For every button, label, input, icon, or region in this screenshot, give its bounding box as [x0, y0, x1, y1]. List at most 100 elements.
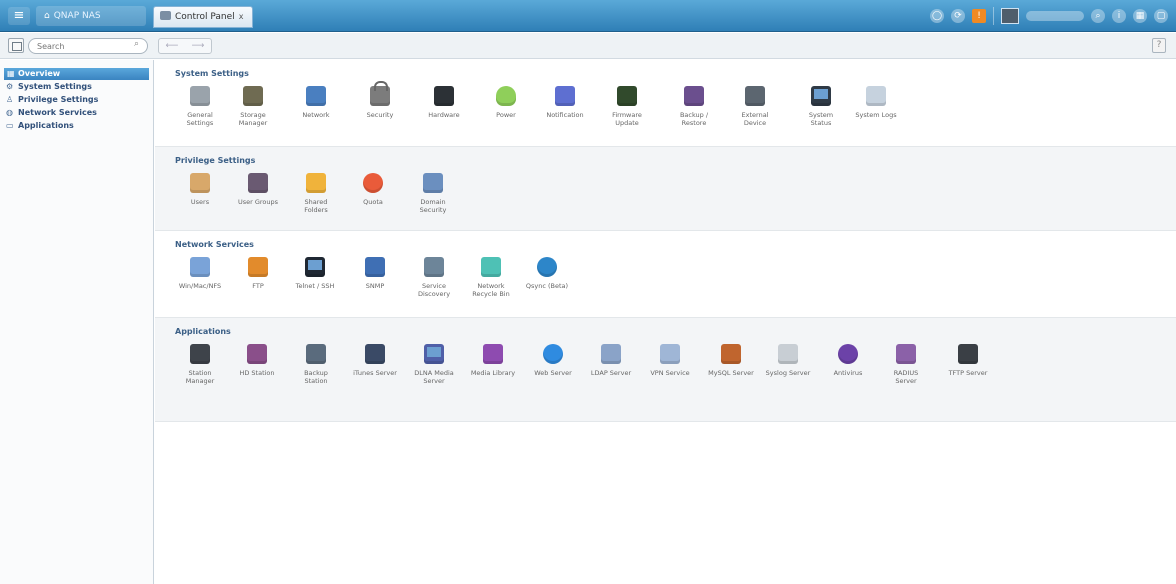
- hardware-icon: [434, 86, 454, 106]
- home-icon: ⌂: [44, 11, 50, 21]
- tile-snmp[interactable]: SNMP: [346, 257, 404, 317]
- tile-media-library[interactable]: Media Library: [464, 344, 522, 404]
- win-mac-nfs-icon: [190, 257, 210, 277]
- tile-mysql[interactable]: MySQL Server: [702, 344, 760, 404]
- tile-label: Syslog Server: [765, 369, 811, 377]
- tile-antivirus[interactable]: Antivirus: [819, 344, 877, 404]
- dashboard-icon[interactable]: ▦: [1133, 9, 1147, 23]
- tile-user[interactable]: Users: [171, 173, 229, 233]
- sidebar-item-label: Privilege Settings: [18, 95, 99, 104]
- section-title: Privilege Settings: [175, 156, 256, 165]
- sidebar-item-label: Overview: [18, 69, 61, 78]
- tile-logs[interactable]: System Logs: [847, 86, 905, 146]
- tile-globe[interactable]: Web Server: [524, 344, 582, 404]
- tile-label: Users: [190, 198, 210, 206]
- tile-itunes[interactable]: iTunes Server: [346, 344, 404, 404]
- section-privilege-settings: Privilege Settings Users User Groups Shared…: [155, 146, 1176, 231]
- tile-win-mac-nfs[interactable]: Win/Mac/NFS: [171, 257, 229, 317]
- tile-network[interactable]: Network: [287, 86, 345, 146]
- sidebar-toggle-icon[interactable]: [8, 38, 24, 53]
- domain-security-icon: [423, 173, 443, 193]
- home-tab[interactable]: ⌂ QNAP NAS: [36, 6, 146, 26]
- tile-syslog[interactable]: Syslog Server: [759, 344, 817, 404]
- tile-monitor[interactable]: System Status: [792, 86, 850, 146]
- tile-label: SNMP: [365, 282, 385, 290]
- tile-lock[interactable]: Security: [351, 81, 409, 146]
- app-icon: ▭: [6, 121, 14, 130]
- background-task-icon[interactable]: ⟳: [951, 9, 965, 23]
- search-icon[interactable]: ⌕: [1091, 9, 1105, 23]
- close-icon[interactable]: x: [239, 12, 244, 21]
- info-icon[interactable]: i: [1112, 9, 1126, 23]
- tile-label: Domain Security: [419, 198, 447, 214]
- tile-backup-station[interactable]: Backup Station: [287, 344, 345, 404]
- tile-dlna[interactable]: DLNA Media Server: [405, 344, 463, 404]
- tile-label: Media Library: [470, 369, 516, 377]
- tile-recycle-bin[interactable]: Network Recycle Bin: [462, 257, 520, 317]
- tile-backup[interactable]: Backup / Restore: [665, 86, 723, 146]
- tile-bulb[interactable]: Power: [477, 86, 535, 146]
- search-icon[interactable]: ⌕: [134, 39, 139, 49]
- globe-icon: ◍: [6, 108, 13, 117]
- tile-general-settings[interactable]: General Settings: [171, 86, 229, 146]
- folder-icon: [306, 173, 326, 193]
- tile-hd-station[interactable]: HD Station: [228, 344, 286, 404]
- tile-folder[interactable]: Shared Folders: [287, 173, 345, 233]
- hamburger-icon[interactable]: ≡: [8, 7, 30, 25]
- tile-qsync[interactable]: Qsync (Beta): [518, 257, 576, 317]
- back-button[interactable]: ⟵: [159, 39, 185, 53]
- tile-label: HD Station: [239, 369, 275, 377]
- tile-label: Telnet / SSH: [295, 282, 335, 290]
- user-group-icon: [248, 173, 268, 193]
- tile-ldap[interactable]: LDAP Server: [582, 344, 640, 404]
- ftp-icon: [248, 257, 268, 277]
- tile-ftp[interactable]: FTP: [229, 257, 287, 317]
- tile-storage[interactable]: Storage Manager: [224, 86, 282, 146]
- window-icon[interactable]: ▢: [1154, 9, 1168, 23]
- tile-label: Hardware: [428, 111, 460, 119]
- tile-external-device[interactable]: External Device: [726, 86, 784, 146]
- top-right-controls: ◯ ⟳ ! ⌕ i ▦ ▢: [930, 7, 1168, 25]
- tile-vpn[interactable]: VPN Service: [641, 344, 699, 404]
- user-menu[interactable]: [1026, 11, 1084, 21]
- firmware-icon: [617, 86, 637, 106]
- tile-label: Notification: [546, 111, 584, 119]
- tile-label: VPN Service: [650, 369, 690, 377]
- tile-label: iTunes Server: [353, 369, 397, 377]
- service-discovery-icon: [424, 257, 444, 277]
- notification-icon[interactable]: !: [972, 9, 986, 23]
- tab-control-panel[interactable]: Control Panel x: [153, 6, 253, 28]
- tile-hardware[interactable]: Hardware: [415, 86, 473, 146]
- search-input[interactable]: [28, 38, 148, 54]
- tile-domain-security[interactable]: Domain Security: [404, 173, 462, 233]
- tile-user-group[interactable]: User Groups: [229, 173, 287, 233]
- top-bar: ≡ ⌂ QNAP NAS Control Panel x ◯ ⟳ ! ⌕ i ▦ ▢: [0, 0, 1176, 32]
- section-applications: Applications Station Manager HD Station Bac…: [155, 317, 1176, 422]
- tile-firmware[interactable]: Firmware Update: [598, 86, 656, 146]
- sidebar-item-label: Applications: [18, 121, 74, 130]
- sidebar-item-applications[interactable]: ▭ Applications: [0, 120, 153, 132]
- monitor-icon: [811, 86, 831, 106]
- tile-label: System Status: [808, 111, 834, 127]
- sidebar-item-system-settings[interactable]: ⚙ System Settings: [0, 81, 153, 93]
- home-tab-label: QNAP NAS: [53, 11, 101, 21]
- main-content: System Settings General Settings Storage M…: [155, 60, 1176, 584]
- lock-icon: [370, 81, 390, 106]
- tile-quota[interactable]: Quota: [344, 173, 402, 233]
- notification-icon: [555, 86, 575, 106]
- tile-label: Station Manager: [185, 369, 215, 385]
- tile-terminal[interactable]: Telnet / SSH: [286, 257, 344, 317]
- sidebar-item-network-services[interactable]: ◍ Network Services: [0, 107, 153, 119]
- sidebar-item-overview[interactable]: ▦ Overview: [4, 68, 149, 80]
- tile-station-manager[interactable]: Station Manager: [171, 344, 229, 404]
- help-button[interactable]: ?: [1152, 38, 1166, 53]
- tile-notification[interactable]: Notification: [536, 86, 594, 146]
- tile-radius[interactable]: RADIUS Server: [877, 344, 935, 404]
- sidebar-item-privilege-settings[interactable]: ♙ Privilege Settings: [0, 94, 153, 106]
- tile-tftp[interactable]: TFTP Server: [939, 344, 997, 404]
- tile-label: Backup / Restore: [679, 111, 709, 127]
- forward-button[interactable]: ⟶: [185, 39, 211, 53]
- avatar[interactable]: [1001, 8, 1019, 24]
- search-icon[interactable]: ◯: [930, 9, 944, 23]
- tile-service-discovery[interactable]: Service Discovery: [405, 257, 463, 317]
